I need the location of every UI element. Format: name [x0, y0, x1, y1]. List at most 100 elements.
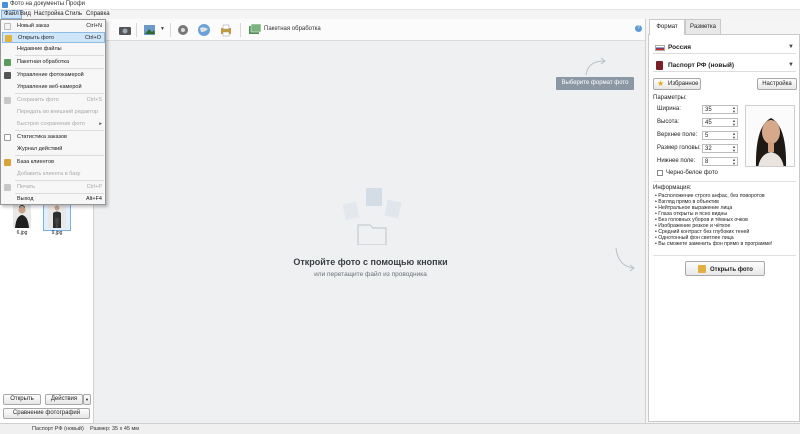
menu-item-order-stats[interactable]: Статистика заказов: [2, 132, 105, 143]
menu-item-add-client[interactable]: Добавить клиента в базу: [2, 169, 105, 180]
camera-icon: [119, 27, 131, 35]
menu-item-label: Быстрое сохранение фото: [17, 121, 85, 127]
spinner-arrows-icon[interactable]: ▲ ▼: [732, 145, 736, 153]
camera-toolbar-button[interactable]: [118, 23, 132, 37]
divider: [653, 181, 796, 182]
menu-settings[interactable]: Настройка: [32, 10, 66, 19]
tab-format[interactable]: Формат: [649, 19, 685, 35]
bw-checkbox[interactable]: [657, 170, 663, 176]
settings-toolbar-button[interactable]: [176, 23, 190, 37]
spinner-arrows-icon[interactable]: ▲ ▼: [732, 132, 736, 140]
choose-format-hint[interactable]: Выберите формат фото: [556, 77, 634, 90]
width-spinner[interactable]: 35 ▲ ▼: [702, 105, 738, 114]
menu-item-new-order[interactable]: Новый заказ Ctrl+N: [2, 21, 105, 32]
right-panel: Формат Разметка Россия ▼ Паспорт РФ (нов…: [645, 19, 800, 423]
params-title: Параметры:: [653, 95, 687, 101]
menu-style[interactable]: Стиль: [63, 10, 84, 19]
open-photo-label: Открыть фото: [710, 267, 753, 273]
menu-item-camera-control[interactable]: Управление фотокамерой: [2, 70, 105, 81]
chevron-down-icon[interactable]: ▼: [160, 26, 165, 32]
print-toolbar-button[interactable]: [219, 23, 233, 37]
document-select[interactable]: Паспорт РФ (новый) ▼: [653, 59, 796, 72]
menu-item-webcam-control[interactable]: Управление веб-камерой: [2, 82, 105, 93]
toolbar-separator: [136, 23, 137, 37]
menu-item-action-log[interactable]: Журнал действий: [2, 144, 105, 155]
settings-button[interactable]: Настройка: [757, 78, 797, 90]
window-title: Фото на документы Профи: [10, 1, 86, 7]
favorites-button[interactable]: ★ Избранное: [653, 78, 701, 90]
status-size: Размер: 35 x 45 мм: [90, 426, 140, 432]
menu-item-shortcut: Ctrl+O: [84, 35, 101, 41]
camera-icon: [4, 72, 11, 79]
print-icon: [221, 24, 231, 37]
menu-item-label: Управление фотокамерой: [17, 72, 84, 78]
bottom-margin-spinner[interactable]: 8 ▲ ▼: [702, 157, 738, 166]
top-margin-value: 5: [705, 133, 709, 139]
menu-item-save-photo[interactable]: Сохранить фото Ctrl+S: [2, 95, 105, 106]
menu-item-clients-db[interactable]: База клиентов: [2, 157, 105, 168]
actions-dropdown-button[interactable]: ▼: [83, 394, 91, 405]
menu-item-shortcut: Ctrl+P: [86, 184, 102, 190]
compare-photos-button[interactable]: Сравнение фотографий: [3, 408, 90, 419]
param-label-height: Высота:: [657, 119, 680, 125]
menu-item-recent-files[interactable]: Недавние файлы: [2, 44, 105, 55]
document-value: Паспорт РФ (новый): [668, 62, 735, 69]
star-icon: ★: [657, 79, 665, 88]
globe-toolbar-button[interactable]: [197, 23, 211, 37]
open-photo-icon: [5, 35, 12, 42]
chevron-down-icon: ▼: [788, 62, 794, 68]
height-spinner[interactable]: 45 ▲ ▼: [702, 118, 738, 127]
menu-item-quick-save[interactable]: Быстрое сохранение фото ▸: [2, 119, 105, 130]
head-size-spinner[interactable]: 32 ▲ ▼: [702, 144, 738, 153]
folder-icon: [698, 265, 706, 273]
menu-separator: [15, 130, 104, 131]
head-size-value: 32: [705, 146, 712, 152]
open-button[interactable]: Открыть: [3, 394, 41, 405]
menu-item-print[interactable]: Печать Ctrl+P: [2, 182, 105, 193]
toolbar-separator: [240, 23, 241, 37]
menu-item-batch[interactable]: Пакетная обработка: [2, 57, 105, 68]
menu-item-label: Журнал действий: [17, 146, 63, 152]
country-select[interactable]: Россия ▼: [653, 41, 796, 54]
menu-item-label: Выход: [17, 196, 34, 202]
menu-separator: [15, 155, 104, 156]
menu-item-exit[interactable]: Выход Alt+F4: [2, 194, 105, 205]
spinner-arrows-icon[interactable]: ▲ ▼: [732, 106, 736, 114]
menu-item-shortcut: Ctrl+S: [86, 97, 102, 103]
top-margin-spinner[interactable]: 5 ▲ ▼: [702, 131, 738, 140]
spinner-arrows-icon[interactable]: ▲ ▼: [732, 119, 736, 127]
menu-item-external-editor[interactable]: Передать во внешний редактор: [2, 107, 105, 118]
divider: [653, 255, 796, 256]
thumbnail-item[interactable]: 9.jpg: [43, 202, 71, 236]
batch-processing-label[interactable]: Пакетная обработка: [264, 26, 321, 32]
menu-item-label: Недавние файлы: [17, 46, 62, 52]
menu-item-label: Управление веб-камерой: [17, 84, 82, 90]
menu-item-label: Новый заказ: [17, 23, 50, 29]
menu-separator: [15, 55, 104, 56]
main-workspace[interactable]: Выберите формат фото Откройте фото с пом…: [96, 41, 645, 423]
submenu-arrow-icon: ▸: [99, 121, 102, 127]
app-icon: [2, 2, 8, 8]
menu-item-open-photo[interactable]: Открыть фото Ctrl+O: [2, 32, 105, 43]
spinner-arrows-icon[interactable]: ▲ ▼: [732, 158, 736, 166]
thumbnail-caption: 6.jpg: [16, 230, 28, 236]
open-photo-button[interactable]: Открыть фото: [685, 261, 765, 276]
thumbnail-caption: 9.jpg: [51, 230, 63, 236]
info-title: Информация:: [653, 185, 692, 191]
sample-photo: [745, 105, 795, 167]
menu-view[interactable]: Вид: [18, 10, 33, 19]
param-label-width: Ширина:: [657, 106, 681, 112]
tab-markup[interactable]: Разметка: [685, 19, 721, 34]
photo-toolbar-button[interactable]: [143, 23, 157, 37]
help-icon[interactable]: ?: [635, 25, 642, 32]
param-label-top-margin: Верхнее поле:: [657, 132, 698, 138]
thumbnail-item[interactable]: 6.jpg: [9, 203, 35, 236]
batch-toolbar-button[interactable]: [248, 23, 262, 37]
bottom-margin-value: 8: [705, 159, 709, 165]
thumbnail-image: [48, 204, 66, 228]
photo-icon: [144, 25, 155, 35]
menu-item-label: Передать во внешний редактор: [17, 109, 98, 115]
chevron-down-icon: ▼: [85, 397, 89, 402]
actions-button[interactable]: Действия: [45, 394, 83, 405]
menu-help[interactable]: Справка: [84, 10, 112, 19]
